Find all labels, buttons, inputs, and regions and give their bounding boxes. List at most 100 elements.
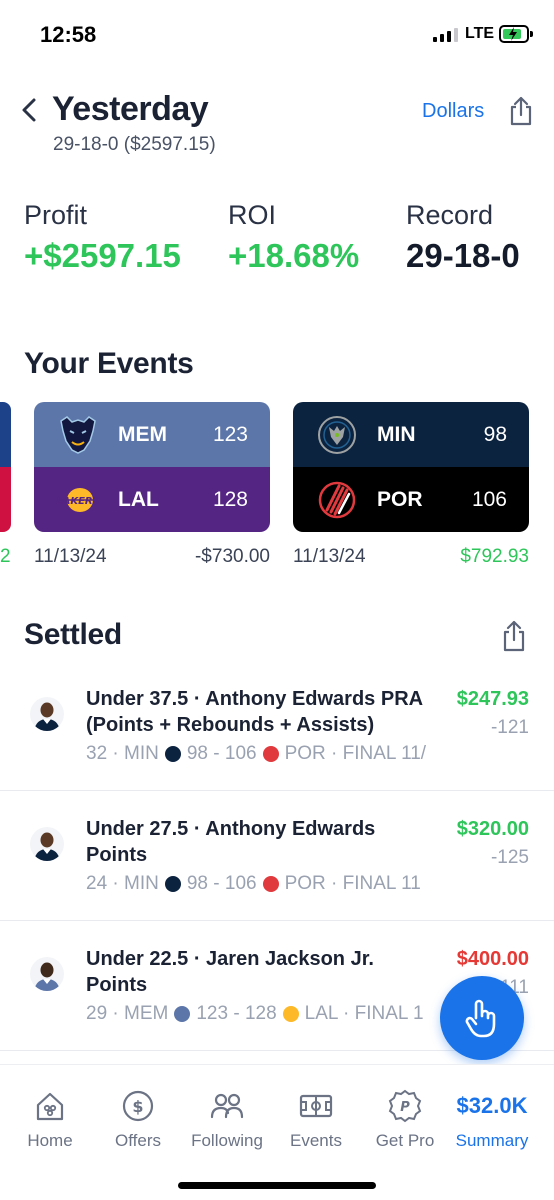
player-avatar [30,827,64,861]
team-abbr: LAL [118,487,159,511]
team-abbr: MEM [118,422,167,446]
event-card[interactable]: MIN 98 POR 106 [293,402,529,532]
dollar-circle-icon: $ [122,1090,154,1122]
tab-summary[interactable]: $32.0K Summary [446,1089,538,1151]
roi-stat: ROI +18.68% [228,200,359,275]
tab-label: Following [191,1131,263,1150]
bet-amount: $400.00 [456,948,529,970]
bet-meta-score: 98 - 106 [186,873,257,894]
bet-meta-status: POR · FINAL 11/ [284,743,427,764]
signal-strength-icon [433,28,458,42]
tab-offers[interactable]: $ Offers [92,1089,184,1151]
team-score: 123 [212,422,248,446]
event-card[interactable]: MEM 123 LAKERS LAL 128 [34,402,270,532]
roi-value: +18.68% [228,237,360,274]
trail-blazers-mini-icon [262,746,279,762]
floating-action-button[interactable] [440,976,524,1060]
bet-meta: 29 · MEM 123 - 128 LAL · FINAL 1 [86,1003,436,1025]
tab-label: Get Pro [375,1131,435,1150]
tab-events[interactable]: Events [270,1089,362,1151]
event-team-row: LAKERS LAL 128 [34,467,270,532]
team-score: 106 [471,487,507,511]
settled-section-title: Settled [24,618,122,651]
home-icon [36,1092,64,1121]
grizzlies-mini-icon [174,1006,191,1022]
team-abbr: MIN [377,422,416,446]
bet-meta-player: 29 · MEM [86,1003,169,1024]
grizzlies-logo-icon [56,413,100,457]
trail-blazers-logo-icon [315,478,359,522]
settled-bet-row[interactable]: Under 27.5 · Anthony Edwards Points $320… [0,791,554,921]
pro-badge-icon: P [388,1089,422,1123]
timberwolves-mini-icon [164,876,181,892]
bet-meta-player: 24 · MIN [86,873,159,894]
svg-text:LAKERS: LAKERS [56,496,100,507]
stat-label: ROI [228,200,277,230]
events-section-title: Your Events [24,347,194,380]
bet-meta-status: POR · FINAL 11 [284,873,421,894]
svg-text:$: $ [132,1097,143,1116]
team-abbr: POR [377,487,423,511]
timberwolves-mini-icon [164,746,181,762]
bet-title: Under 22.5 · Jaren Jackson Jr. Points [86,948,374,996]
timberwolves-logo-icon [315,413,359,457]
event-date: 11/13/24 [293,546,366,567]
tab-label: Offers [115,1131,161,1150]
bet-meta-status: LAL · FINAL 1 [304,1003,424,1024]
team-score: 128 [212,487,248,511]
tab-following[interactable]: Following [181,1089,273,1151]
trail-blazers-mini-icon [262,876,279,892]
bet-meta-player: 32 · MIN [86,743,159,764]
partial-event-amount: 2 [0,546,11,567]
event-amount: $792.93 [460,546,529,567]
profit-stat: Profit +$2597.15 [24,200,181,275]
record-value: 29-18-0 [406,237,520,274]
bet-odds: -121 [490,717,529,738]
scoreboard-icon [299,1094,333,1118]
event-date: 11/13/24 [34,546,107,567]
bet-title: Under 37.5 · Anthony Edwards PRA (Points… [86,688,423,736]
event-team-row: POR 106 [293,467,529,532]
tab-get-pro[interactable]: P Get Pro [359,1089,451,1151]
battery-icon [499,25,529,43]
share-icon[interactable] [508,96,534,126]
bet-meta: 24 · MIN 98 - 106 POR · FINAL 11 [86,873,436,895]
settled-bet-row[interactable]: Under 37.5 · Anthony Edwards PRA (Points… [0,661,554,791]
back-chevron-icon[interactable] [18,95,44,125]
tab-home[interactable]: Home [4,1089,96,1151]
stat-label: Profit [24,200,88,230]
tap-hand-icon [465,999,496,1038]
bet-odds: -125 [490,847,529,868]
summary-value: $32.0K [456,1093,528,1118]
status-time: 12:58 [40,22,97,47]
people-icon [210,1093,244,1119]
stat-label: Record [406,200,494,230]
page-title: Yesterday [52,90,209,128]
network-label: LTE [465,25,495,42]
bet-meta-score: 123 - 128 [196,1003,277,1024]
tab-bar: Home $ Offers Following Events P Get Pro [0,1064,554,1200]
tab-label: Summary [455,1131,529,1150]
status-bar: 12:58 LTE [0,0,554,70]
event-amount: -$730.00 [194,546,270,567]
event-team-row: MEM 123 [34,402,270,467]
bet-amount: $320.00 [456,818,529,840]
tab-label: Events [290,1131,342,1150]
bet-meta: 32 · MIN 98 - 106 POR · FINAL 11/ [86,743,436,765]
event-team-row: MIN 98 [293,402,529,467]
currency-toggle-link[interactable]: Dollars [422,100,484,123]
partial-event-card[interactable] [0,402,11,532]
tab-label: Home [27,1131,73,1150]
bet-title: Under 27.5 · Anthony Edwards Points [86,818,376,866]
profit-value: +$2597.15 [24,237,181,274]
bet-meta-score: 98 - 106 [186,743,257,764]
battery-tip [530,31,533,37]
record-stat: Record 29-18-0 [406,200,520,275]
bet-amount: $247.93 [456,688,529,710]
share-icon[interactable] [501,620,527,652]
lakers-logo-icon: LAKERS [56,478,100,522]
team-score: 98 [483,422,507,446]
svg-text:P: P [400,1100,410,1115]
player-avatar [30,697,64,731]
page-subtitle: 29-18-0 ($2597.15) [53,134,216,155]
